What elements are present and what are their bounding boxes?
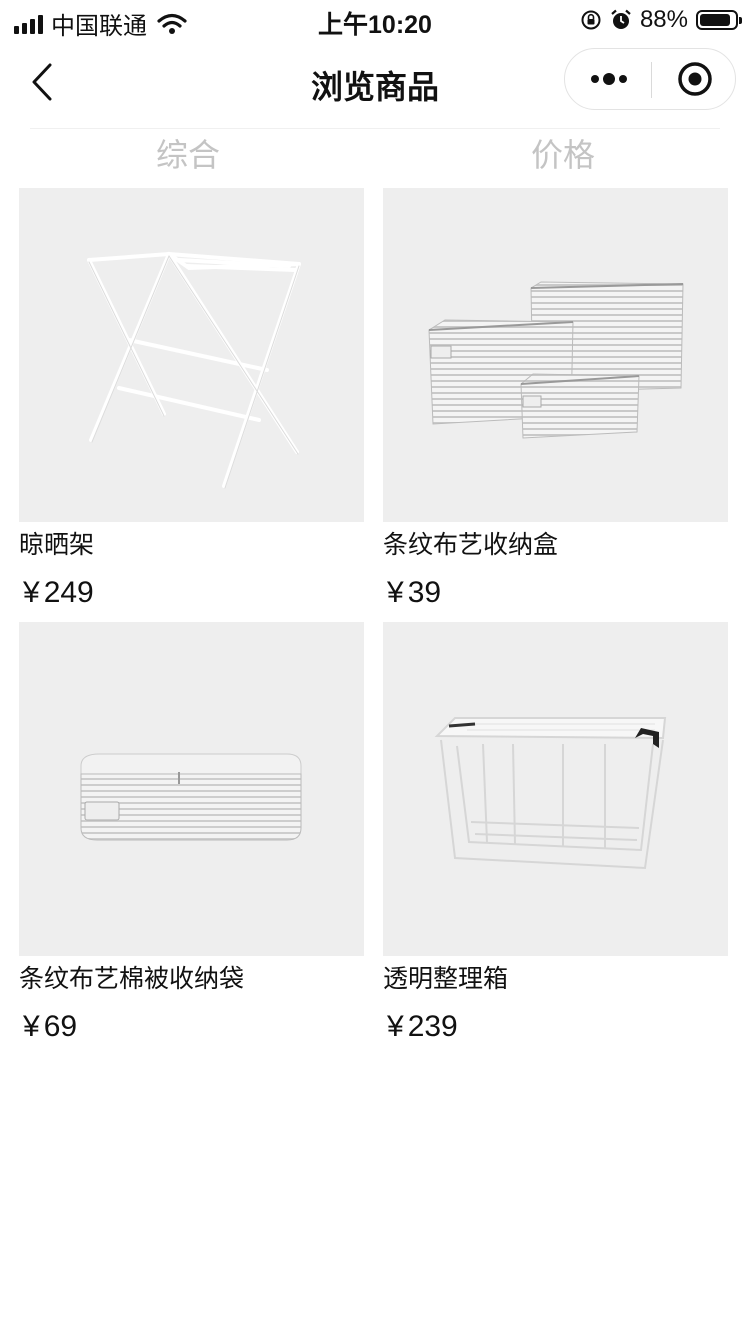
product-image[interactable] [19,188,364,522]
target-icon [678,62,712,96]
rotation-lock-icon [580,9,602,31]
currency-symbol: ¥ [23,1010,40,1043]
product-image[interactable] [383,188,728,522]
product-name: 透明整理箱 [383,965,509,993]
drying-rack-image [87,251,301,489]
product-price: ¥239 [383,1010,728,1044]
status-bar: 中国联通 上午10:20 88% [0,0,750,40]
currency-symbol: ¥ [387,576,404,609]
price-value: 69 [43,1010,78,1043]
striped-storage-boxes-image [428,281,684,439]
product-price: ¥39 [383,576,728,610]
product-name: 晾晒架 [19,531,95,559]
alarm-icon [610,9,632,31]
currency-symbol: ¥ [387,1010,404,1043]
price-value: 249 [43,576,94,609]
product-card[interactable]: 晾晒架 ¥249 [19,188,364,610]
close-miniprogram-button[interactable] [677,61,713,97]
more-dots-icon [591,73,627,85]
product-card[interactable]: 透明整理箱 ¥239 [383,622,728,1044]
transparent-storage-box-image [434,717,667,870]
product-price: ¥69 [19,1010,364,1044]
currency-symbol: ¥ [23,576,40,609]
price-value: 39 [407,576,442,609]
more-button[interactable] [589,69,629,89]
product-image[interactable] [383,622,728,956]
mini-program-capsule [564,48,736,110]
sort-tabs: 综合 价格 [0,130,750,174]
capsule-divider [651,62,652,98]
battery-percent: 88% [639,6,688,33]
nav-bar: 浏览商品 [0,40,750,126]
product-name: 条纹布艺棉被收纳袋 [19,965,245,993]
tab-price[interactable]: 价格 [463,130,663,176]
product-card[interactable]: 条纹布艺棉被收纳袋 ¥69 [19,622,364,1044]
quilt-storage-bag-image [80,753,302,841]
tabs-divider [30,128,720,129]
price-value: 239 [407,1010,458,1043]
product-image[interactable] [19,622,364,956]
product-price: ¥249 [19,576,364,610]
product-name: 条纹布艺收纳盒 [383,531,559,559]
tab-comprehensive[interactable]: 综合 [88,130,288,176]
product-card[interactable]: 条纹布艺收纳盒 ¥39 [383,188,728,610]
battery-icon [696,10,742,30]
status-right: 88% [580,6,742,34]
